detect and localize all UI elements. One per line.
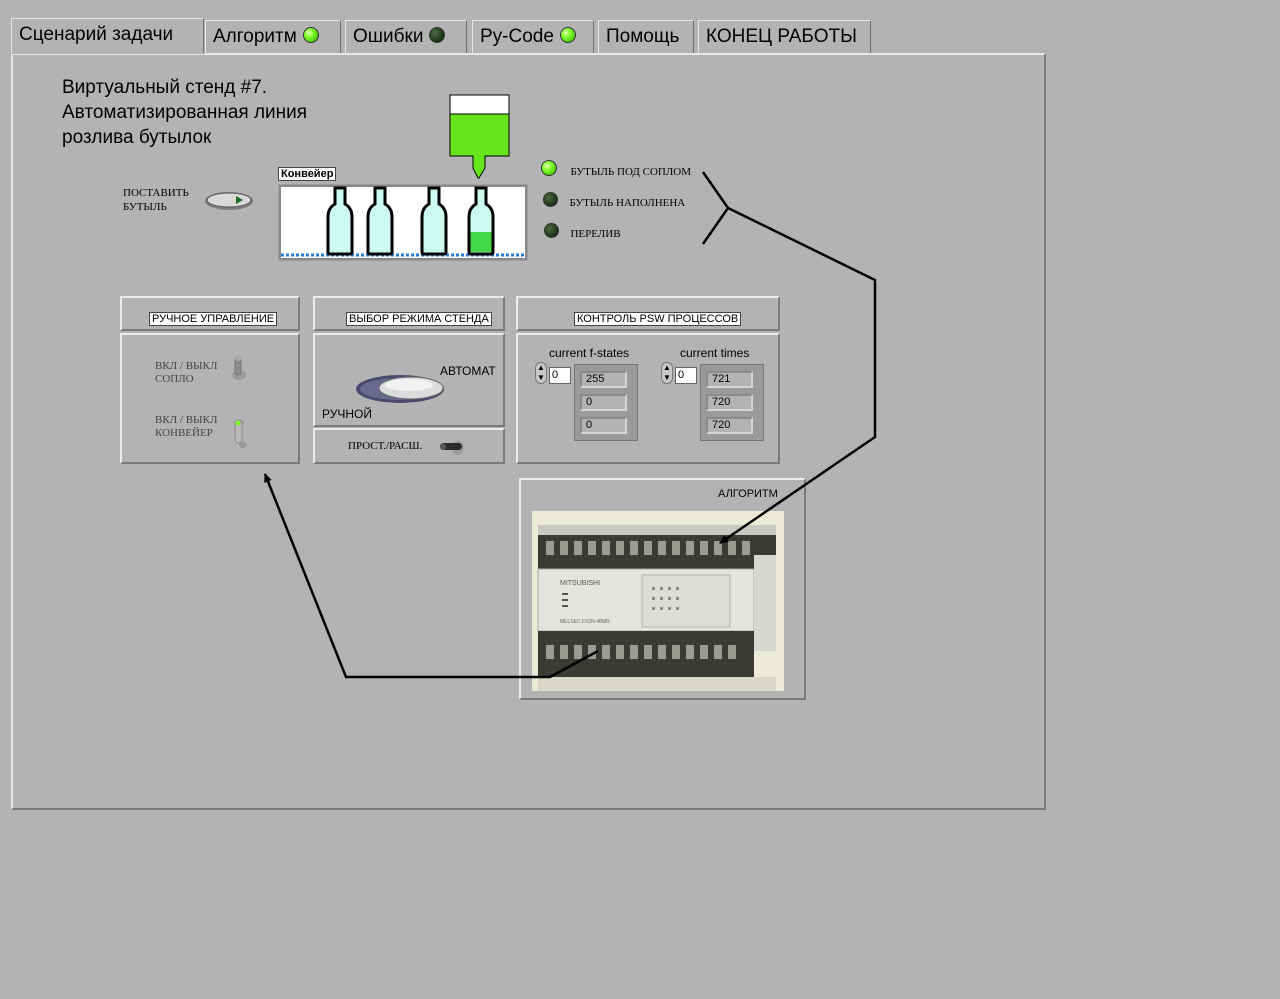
time-value[interactable]: 720 xyxy=(706,394,753,411)
mode-select-header: ВЫБОР РЕЖИМА СТЕНДА xyxy=(313,296,505,331)
label-line: БУТЫЛЬ xyxy=(123,201,167,213)
status-led-icon xyxy=(429,27,446,43)
fstates-index-spinner[interactable]: ▲ ▼ xyxy=(535,362,547,384)
indicator-label: ПЕРЕЛИВ xyxy=(570,228,621,240)
times-index-spinner[interactable]: ▲ ▼ xyxy=(661,362,673,384)
filling-tank xyxy=(449,94,511,180)
manual-control-header: РУЧНОЕ УПРАВЛЕНИЕ xyxy=(120,296,300,331)
section-title: КОНТРОЛЬ PSW ПРОЦЕССОВ xyxy=(574,312,742,326)
plc-brand: MITSUBISHI xyxy=(560,580,600,587)
algorithm-panel: АЛГОРИТМ MITSUBISHI MELSEC FX2N-48MR xyxy=(519,478,806,700)
led-icon xyxy=(544,223,559,238)
fstate-value[interactable]: 0 xyxy=(580,417,627,434)
indicator-bottle-filled: БУТЫЛЬ НАПОЛНЕНА xyxy=(543,192,685,211)
tab-algorithm[interactable]: Алгоритм xyxy=(205,20,341,53)
led-icon xyxy=(543,192,558,207)
section-title: РУЧНОЕ УПРАВЛЕНИЕ xyxy=(149,312,278,326)
label-line: ВКЛ / ВЫКЛ xyxy=(155,414,218,426)
tab-label: Алгоритм xyxy=(213,26,297,47)
algorithm-label: АЛГОРИТМ xyxy=(718,488,778,500)
psw-control-panel: current f-states ▲ ▼ 0 255 0 0 current ti… xyxy=(516,333,780,464)
manual-control-panel: ВКЛ / ВЫКЛ СОПЛО ВКЛ / ВЫКЛ КОНВЕЙЕР xyxy=(120,333,300,464)
nozzle-toggle-switch[interactable] xyxy=(230,353,248,383)
spin-up-icon: ▲ xyxy=(663,363,671,372)
times-label: current times xyxy=(680,346,750,360)
tab-scenario[interactable]: Сценарий задачи xyxy=(11,18,204,54)
place-bottle-label: ПОСТАВИТЬ БУТЫЛЬ xyxy=(123,186,189,214)
label-line: ВКЛ / ВЫКЛ xyxy=(155,360,218,372)
indicator-label: БУТЫЛЬ НАПОЛНЕНА xyxy=(569,197,686,209)
time-value[interactable]: 721 xyxy=(706,371,753,388)
fstate-value[interactable]: 255 xyxy=(580,371,627,388)
spin-up-icon: ▲ xyxy=(537,363,545,372)
simple-ext-toggle[interactable] xyxy=(438,437,468,459)
label-line: КОНВЕЙЕР xyxy=(155,427,213,439)
fstates-index-input[interactable]: 0 xyxy=(549,367,571,384)
page-title: Виртуальный стенд #7. Автоматизированная… xyxy=(62,75,307,150)
tab-label: Помощь xyxy=(606,26,680,47)
tab-label: Py-Code xyxy=(480,26,554,47)
mode-select-panel: АВТОМАТ РУЧНОЙ xyxy=(313,333,505,427)
times-array: 721 720 720 xyxy=(700,364,764,441)
tab-label: Сценарий задачи xyxy=(19,24,174,45)
led-icon xyxy=(541,160,557,176)
indicator-overflow: ПЕРЕЛИВ xyxy=(544,223,621,242)
place-bottle-button[interactable] xyxy=(204,191,254,211)
tab-help[interactable]: Помощь xyxy=(598,20,694,53)
conveyor-switch-label: ВКЛ / ВЫКЛ КОНВЕЙЕР xyxy=(155,414,217,440)
status-led-icon xyxy=(302,27,319,43)
nozzle-switch-label: ВКЛ / ВЫКЛ СОПЛО xyxy=(155,360,217,386)
mode-manual-label: РУЧНОЙ xyxy=(322,407,372,421)
label-line: СОПЛО xyxy=(155,373,194,385)
indicator-bottle-under-nozzle: БУТЫЛЬ ПОД СОПЛОМ xyxy=(541,160,691,180)
time-value[interactable]: 720 xyxy=(706,417,753,434)
mode-select-switch[interactable] xyxy=(355,373,447,405)
simple-ext-label: ПРОСТ./РАСШ. xyxy=(348,440,423,452)
tab-label: Ошибки xyxy=(353,26,424,47)
title-line: розлива бутылок xyxy=(62,127,212,148)
conveyor-label: Конвейер xyxy=(278,167,337,181)
times-index-input[interactable]: 0 xyxy=(675,367,697,384)
simple-ext-panel: ПРОСТ./РАСШ. xyxy=(313,428,505,464)
section-title: ВЫБОР РЕЖИМА СТЕНДА xyxy=(346,312,492,326)
mode-auto-label: АВТОМАТ xyxy=(440,364,496,378)
tab-errors[interactable]: Ошибки xyxy=(345,20,467,53)
spin-down-icon: ▼ xyxy=(537,373,545,382)
fstates-label: current f-states xyxy=(549,346,630,360)
tab-exit[interactable]: КОНЕЦ РАБОТЫ xyxy=(698,20,871,53)
plc-model: MELSEC FX2N-48MR xyxy=(560,619,610,625)
status-led-icon xyxy=(559,27,576,43)
tab-label: КОНЕЦ РАБОТЫ xyxy=(706,26,857,47)
plc-image[interactable]: MITSUBISHI MELSEC FX2N-48MR xyxy=(532,511,784,691)
fstates-array: 255 0 0 xyxy=(574,364,638,441)
spin-down-icon: ▼ xyxy=(663,373,671,382)
conveyor-display xyxy=(278,184,528,261)
indicator-label: БУТЫЛЬ ПОД СОПЛОМ xyxy=(570,166,692,178)
fstate-value[interactable]: 0 xyxy=(580,394,627,411)
label-line: ПОСТАВИТЬ xyxy=(123,187,189,199)
title-line: Автоматизированная линия xyxy=(62,102,308,123)
title-line: Виртуальный стенд #7. xyxy=(62,77,268,98)
conveyor-toggle-switch[interactable] xyxy=(232,415,250,451)
psw-control-header: КОНТРОЛЬ PSW ПРОЦЕССОВ xyxy=(516,296,780,331)
tab-pycode[interactable]: Py-Code xyxy=(472,20,594,53)
